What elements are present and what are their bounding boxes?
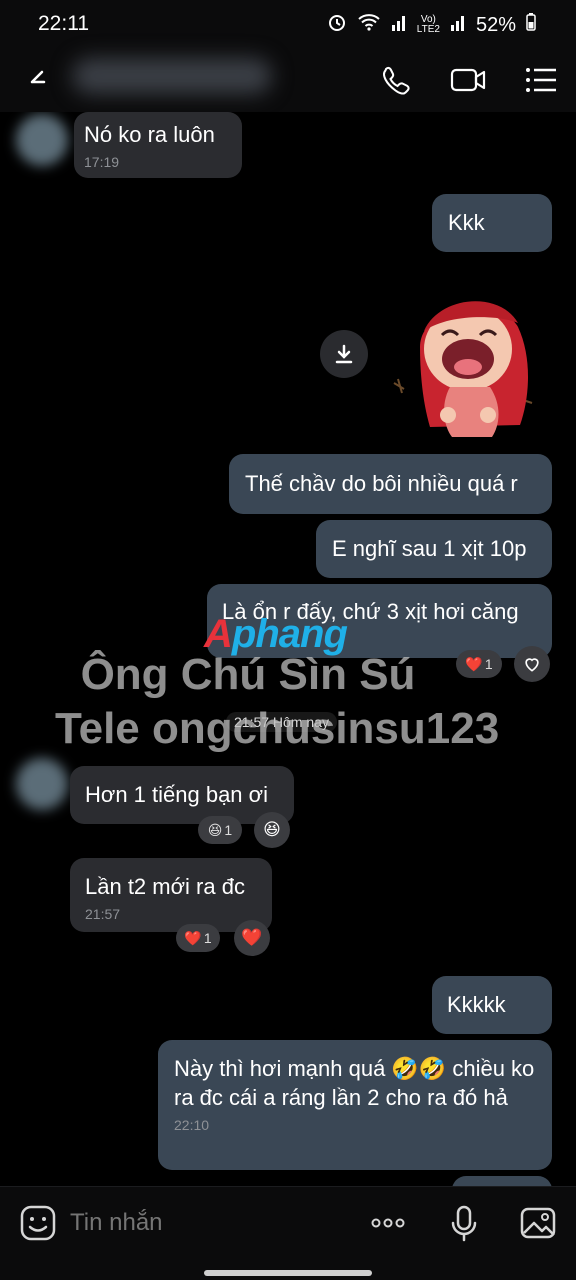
download-button[interactable] [320, 330, 368, 378]
sticker-laughing-character[interactable] [380, 287, 555, 442]
battery-icon [526, 13, 536, 37]
reaction-badge[interactable]: ❤️ 1 [176, 924, 220, 952]
chat-header [0, 48, 576, 112]
reaction-badge[interactable]: 😆 1 [198, 816, 242, 844]
watermark-text: Ông Chú Sìn Sú [80, 650, 416, 699]
alarm-icon [327, 12, 347, 38]
network-type: Vo) LTE2 [416, 14, 440, 35]
menu-button[interactable] [520, 60, 560, 100]
message-composer [0, 1186, 576, 1280]
list-menu-icon [526, 68, 556, 92]
home-indicator[interactable] [204, 1270, 372, 1276]
message-list[interactable]: Nó ko ra luôn 17:19 Kkk Thế chầv do bôi … [0, 112, 576, 1186]
heart-icon: ❤️ [184, 929, 202, 946]
microphone-icon [451, 1205, 477, 1242]
laughing-face-icon: 😆 [263, 820, 281, 839]
add-reaction-button[interactable]: ❤️ [234, 920, 270, 956]
avatar[interactable] [16, 758, 68, 810]
message-incoming[interactable]: Lần t2 mới ra đc 21:57 [70, 858, 272, 932]
battery-percent: 52% [475, 13, 516, 36]
message-outgoing-partial[interactable] [452, 1176, 552, 1186]
message-incoming[interactable]: Nó ko ra luôn 17:19 [74, 112, 242, 178]
video-camera-icon [450, 68, 486, 92]
gallery-button[interactable] [518, 1203, 558, 1243]
image-icon [520, 1207, 556, 1239]
message-outgoing[interactable]: E nghĩ sau 1 xịt 10p [316, 520, 552, 578]
laughing-face-icon: 😆 [207, 821, 223, 838]
download-icon [335, 344, 353, 364]
wifi-icon [357, 12, 381, 38]
back-button[interactable] [22, 62, 54, 94]
status-time: 22:11 [38, 12, 89, 35]
contact-name-blurred[interactable] [72, 58, 272, 94]
status-bar: 22:11 Vo) LTE2 52% [0, 0, 576, 48]
emoji-button[interactable] [18, 1203, 58, 1243]
message-outgoing[interactable]: Kkk [432, 194, 552, 252]
more-options-button[interactable] [368, 1203, 408, 1243]
message-outgoing[interactable]: Kkkkk [432, 976, 552, 1034]
more-dots-icon [371, 1218, 405, 1228]
smiley-sticker-icon [20, 1205, 56, 1241]
back-arrow-icon [30, 70, 46, 84]
call-button[interactable] [376, 60, 416, 100]
signal-icon-2 [450, 13, 466, 37]
message-input[interactable] [70, 1209, 330, 1237]
message-outgoing[interactable]: Này thì hơi mạnh quá 🤣🤣 chiều ko ra đc c… [158, 1040, 552, 1170]
voice-message-button[interactable] [444, 1203, 484, 1243]
phone-icon [383, 66, 410, 95]
signal-icon [391, 13, 407, 37]
message-outgoing[interactable]: Thế chầv do bôi nhiều quá r [229, 454, 552, 514]
video-call-button[interactable] [448, 60, 488, 100]
watermark-text: Tele ongchusinsu123 [55, 704, 500, 753]
add-reaction-button[interactable]: 😆 [254, 812, 290, 848]
avatar[interactable] [16, 114, 68, 166]
heart-icon: ❤️ [241, 928, 263, 947]
